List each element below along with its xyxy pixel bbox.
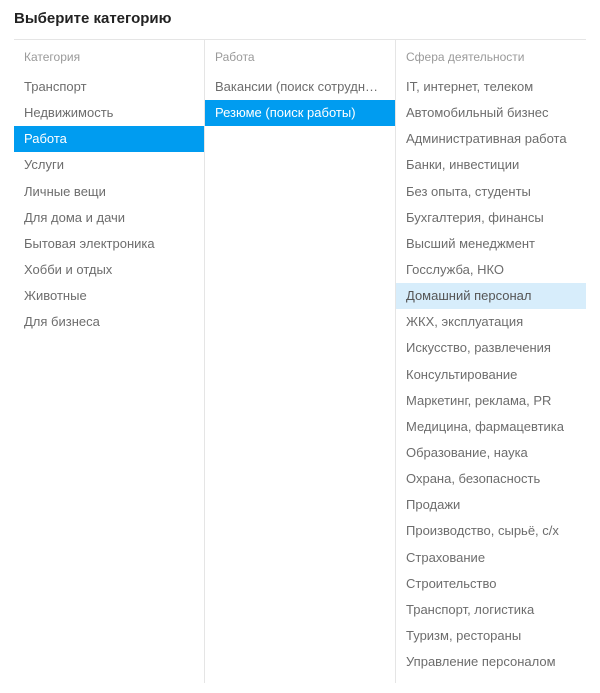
list-item[interactable]: Высший менеджмент (396, 231, 586, 257)
list-item[interactable]: Консультирование (396, 362, 586, 388)
modal-title: Выберите категорию (14, 10, 586, 27)
column-subcategory: Работа Вакансии (поиск сотрудников)Резюм… (205, 40, 396, 683)
list-item[interactable]: IT, интернет, телеком (396, 74, 586, 100)
list-item[interactable]: Недвижимость (14, 100, 204, 126)
list-item[interactable]: Страхование (396, 545, 586, 571)
list-item[interactable]: Охрана, безопасность (396, 466, 586, 492)
column-header: Категория (14, 48, 204, 74)
list-item[interactable]: Туризм, рестораны (396, 623, 586, 649)
list-item[interactable]: Маркетинг, реклама, PR (396, 388, 586, 414)
list-item[interactable]: Искусство, развлечения (396, 335, 586, 361)
list-item[interactable]: Автомобильный бизнес (396, 100, 586, 126)
list-item[interactable]: ЖКХ, эксплуатация (396, 309, 586, 335)
column-category: Категория ТранспортНедвижимостьРаботаУсл… (14, 40, 205, 683)
column-items: IT, интернет, телекомАвтомобильный бизне… (396, 74, 586, 675)
list-item[interactable]: Медицина, фармацевтика (396, 414, 586, 440)
list-item[interactable]: Для бизнеса (14, 309, 204, 335)
list-item[interactable]: Хобби и отдых (14, 257, 204, 283)
column-items: Вакансии (поиск сотрудников)Резюме (поис… (205, 74, 395, 126)
column-header: Сфера деятельности (396, 48, 586, 74)
list-item[interactable]: Банки, инвестиции (396, 152, 586, 178)
category-selector-modal: Выберите категорию Категория ТранспортНе… (0, 0, 600, 693)
column-items: ТранспортНедвижимостьРаботаУслугиЛичные … (14, 74, 204, 335)
list-item[interactable]: Госслужба, НКО (396, 257, 586, 283)
list-item[interactable]: Личные вещи (14, 179, 204, 205)
list-item[interactable]: Вакансии (поиск сотрудников) (205, 74, 395, 100)
list-item[interactable]: Образование, наука (396, 440, 586, 466)
list-item[interactable]: Транспорт (14, 74, 204, 100)
category-columns: Категория ТранспортНедвижимостьРаботаУсл… (14, 39, 586, 683)
list-item[interactable]: Транспорт, логистика (396, 597, 586, 623)
list-item[interactable]: Услуги (14, 152, 204, 178)
list-item[interactable]: Для дома и дачи (14, 205, 204, 231)
list-item[interactable]: Резюме (поиск работы) (205, 100, 395, 126)
list-item[interactable]: Управление персоналом (396, 649, 586, 675)
list-item[interactable]: Животные (14, 283, 204, 309)
column-field: Сфера деятельности IT, интернет, телеком… (396, 40, 586, 683)
list-item[interactable]: Строительство (396, 571, 586, 597)
list-item[interactable]: Бытовая электроника (14, 231, 204, 257)
list-item[interactable]: Продажи (396, 492, 586, 518)
list-item[interactable]: Домашний персонал (396, 283, 586, 309)
list-item[interactable]: Без опыта, студенты (396, 179, 586, 205)
list-item[interactable]: Работа (14, 126, 204, 152)
column-header: Работа (205, 48, 395, 74)
list-item[interactable]: Бухгалтерия, финансы (396, 205, 586, 231)
list-item[interactable]: Производство, сырьё, с/х (396, 518, 586, 544)
list-item[interactable]: Административная работа (396, 126, 586, 152)
